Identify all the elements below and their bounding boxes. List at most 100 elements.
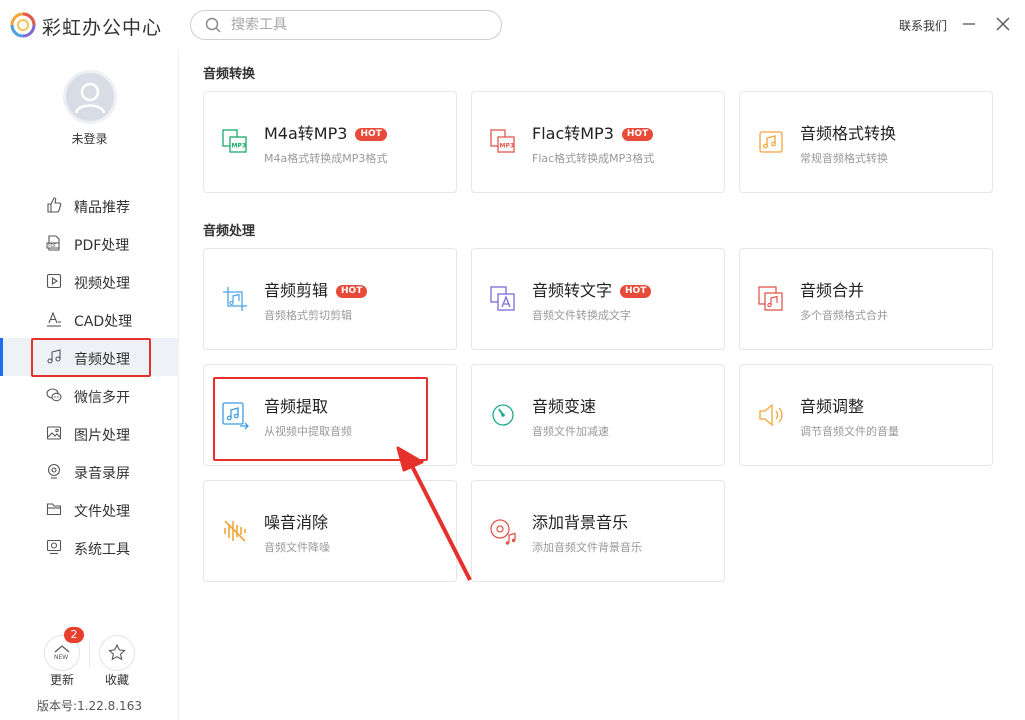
star-icon [108, 643, 126, 661]
pdf-icon: PDF [46, 235, 60, 251]
audio-merge-icon [758, 286, 783, 311]
volume-adjust-icon [759, 403, 783, 427]
sidebar: 未登录 精品推荐 PDF PDF处理 视频处理 CAD处理 音频处理 微信多开 [0, 50, 179, 720]
card-title: 音频格式转换 [800, 124, 897, 143]
hot-badge: HOT [620, 285, 652, 298]
svg-text:MP3: MP3 [500, 143, 515, 150]
card-add-bgm[interactable]: 添加背景音乐 添加音频文件背景音乐 [471, 480, 725, 582]
thumbs-up-icon [47, 197, 62, 213]
add-bgm-icon [490, 519, 516, 545]
sidebar-item-label: CAD处理 [74, 314, 133, 330]
music-note-icon [47, 349, 61, 364]
search-icon [205, 17, 221, 33]
card-volume-adjust[interactable]: 音频调整 调节音频文件的音量 [739, 364, 993, 466]
contact-us-link[interactable]: 联系我们 [899, 17, 947, 34]
favorite-label[interactable]: 收藏 [105, 671, 129, 688]
hot-badge: HOT [336, 285, 368, 298]
card-description: 添加音频文件背景音乐 [532, 541, 642, 554]
sidebar-item-wechat[interactable]: 微信多开 [0, 376, 179, 414]
card-description: M4a格式转换成MP3格式 [264, 152, 388, 165]
video-icon [46, 273, 62, 289]
card-audio-to-text[interactable]: 音频转文字 HOT 音频文件转换成文字 [471, 248, 725, 350]
audio-format-convert-icon [759, 131, 783, 153]
card-title: 音频转文字 [532, 281, 613, 300]
card-audio-extract[interactable]: 音频提取 从视频中提取音频 [203, 364, 457, 466]
hot-badge: HOT [621, 128, 654, 141]
audio-to-text-icon [490, 286, 515, 311]
card-description: 音频文件转换成文字 [532, 309, 631, 322]
sidebar-item-label: 微信多开 [74, 390, 130, 406]
card-title: M4a转MP3 [264, 124, 348, 143]
card-description: 从视频中提取音频 [264, 425, 352, 438]
app-logo-icon [10, 12, 36, 38]
sidebar-item-label: 系统工具 [74, 542, 130, 558]
sidebar-item-label: 文件处理 [74, 504, 130, 520]
sidebar-item-video[interactable]: 视频处理 [0, 262, 179, 300]
sidebar-item-audio[interactable]: 音频处理 [0, 338, 179, 377]
user-icon [74, 82, 106, 114]
avatar[interactable] [63, 70, 117, 124]
card-description: 多个音频格式合并 [800, 309, 888, 322]
sidebar-item-label: 精品推荐 [74, 200, 130, 216]
new-icon-text: NEW [54, 654, 68, 661]
cad-icon [47, 311, 61, 327]
card-title: 音频剪辑 [264, 281, 329, 300]
card-description: Flac格式转换成MP3格式 [532, 152, 655, 165]
card-title: 音频提取 [264, 397, 329, 416]
card-title: 添加背景音乐 [532, 513, 629, 532]
card-m4a-to-mp3[interactable]: MP3 M4a转MP3 HOT M4a格式转换成MP3格式 [203, 91, 457, 193]
audio-speed-icon [492, 404, 514, 426]
svg-text:PDF: PDF [48, 243, 56, 248]
noise-remove-icon [224, 520, 246, 542]
card-description: 常规音频格式转换 [800, 152, 888, 165]
sidebar-item-system[interactable]: 系统工具 [0, 528, 179, 566]
sidebar-item-recommended[interactable]: 精品推荐 [0, 186, 179, 224]
card-noise-remove[interactable]: 噪音消除 音频文件降噪 [203, 480, 457, 582]
card-description: 音频文件加减速 [532, 425, 609, 438]
title-bar: 彩虹办公中心 联系我们 [0, 0, 1025, 50]
card-title: 音频变速 [532, 397, 597, 416]
close-icon[interactable] [992, 13, 1014, 35]
login-status[interactable]: 未登录 [0, 130, 179, 147]
flac-to-mp3-icon: MP3 [490, 129, 515, 153]
section-title-audio-process: 音频处理 [203, 224, 256, 239]
audio-cut-icon [223, 287, 247, 311]
minimize-icon[interactable] [958, 13, 980, 35]
card-title: 噪音消除 [264, 513, 329, 532]
card-description: 音频文件降噪 [264, 541, 330, 554]
sidebar-item-pdf[interactable]: PDF PDF处理 [0, 224, 179, 262]
card-audio-format-convert[interactable]: 音频格式转换 常规音频格式转换 [739, 91, 993, 193]
sidebar-nav: 精品推荐 PDF PDF处理 视频处理 CAD处理 音频处理 微信多开 图片处理 [0, 186, 179, 566]
sidebar-item-file[interactable]: 文件处理 [0, 490, 179, 528]
record-icon [47, 463, 61, 479]
wechat-icon [46, 388, 62, 402]
sidebar-item-record[interactable]: 录音录屏 [0, 452, 179, 490]
card-title: Flac转MP3 [532, 124, 614, 143]
update-count-badge: 2 [64, 627, 84, 643]
card-audio-cut[interactable]: 音频剪辑 HOT 音频格式剪切剪辑 [203, 248, 457, 350]
hot-badge: HOT [355, 128, 387, 141]
card-audio-speed[interactable]: 音频变速 音频文件加减速 [471, 364, 725, 466]
section-title-audio-convert: 音频转换 [203, 67, 256, 82]
search-input[interactable] [231, 15, 481, 35]
folder-icon [46, 503, 62, 516]
sidebar-item-label: 视频处理 [74, 276, 130, 292]
m4a-to-mp3-icon: MP3 [222, 129, 247, 153]
image-icon [46, 426, 62, 440]
card-title: 音频调整 [800, 397, 865, 416]
sidebar-item-image[interactable]: 图片处理 [0, 414, 179, 452]
app-title: 彩虹办公中心 [42, 17, 163, 39]
sidebar-item-label: 图片处理 [74, 428, 130, 444]
favorite-button[interactable] [99, 635, 135, 671]
card-description: 调节音频文件的音量 [800, 425, 899, 438]
search-box[interactable] [190, 10, 502, 40]
divider [89, 642, 90, 668]
card-title: 音频合并 [800, 281, 865, 300]
update-label[interactable]: 更新 [50, 671, 74, 688]
card-description: 音频格式剪切剪辑 [264, 309, 352, 322]
card-flac-to-mp3[interactable]: MP3 Flac转MP3 HOT Flac格式转换成MP3格式 [471, 91, 725, 193]
sidebar-item-label: 录音录屏 [74, 466, 130, 482]
system-icon [46, 539, 62, 555]
card-audio-merge[interactable]: 音频合并 多个音频格式合并 [739, 248, 993, 350]
sidebar-item-cad[interactable]: CAD处理 [0, 300, 179, 338]
